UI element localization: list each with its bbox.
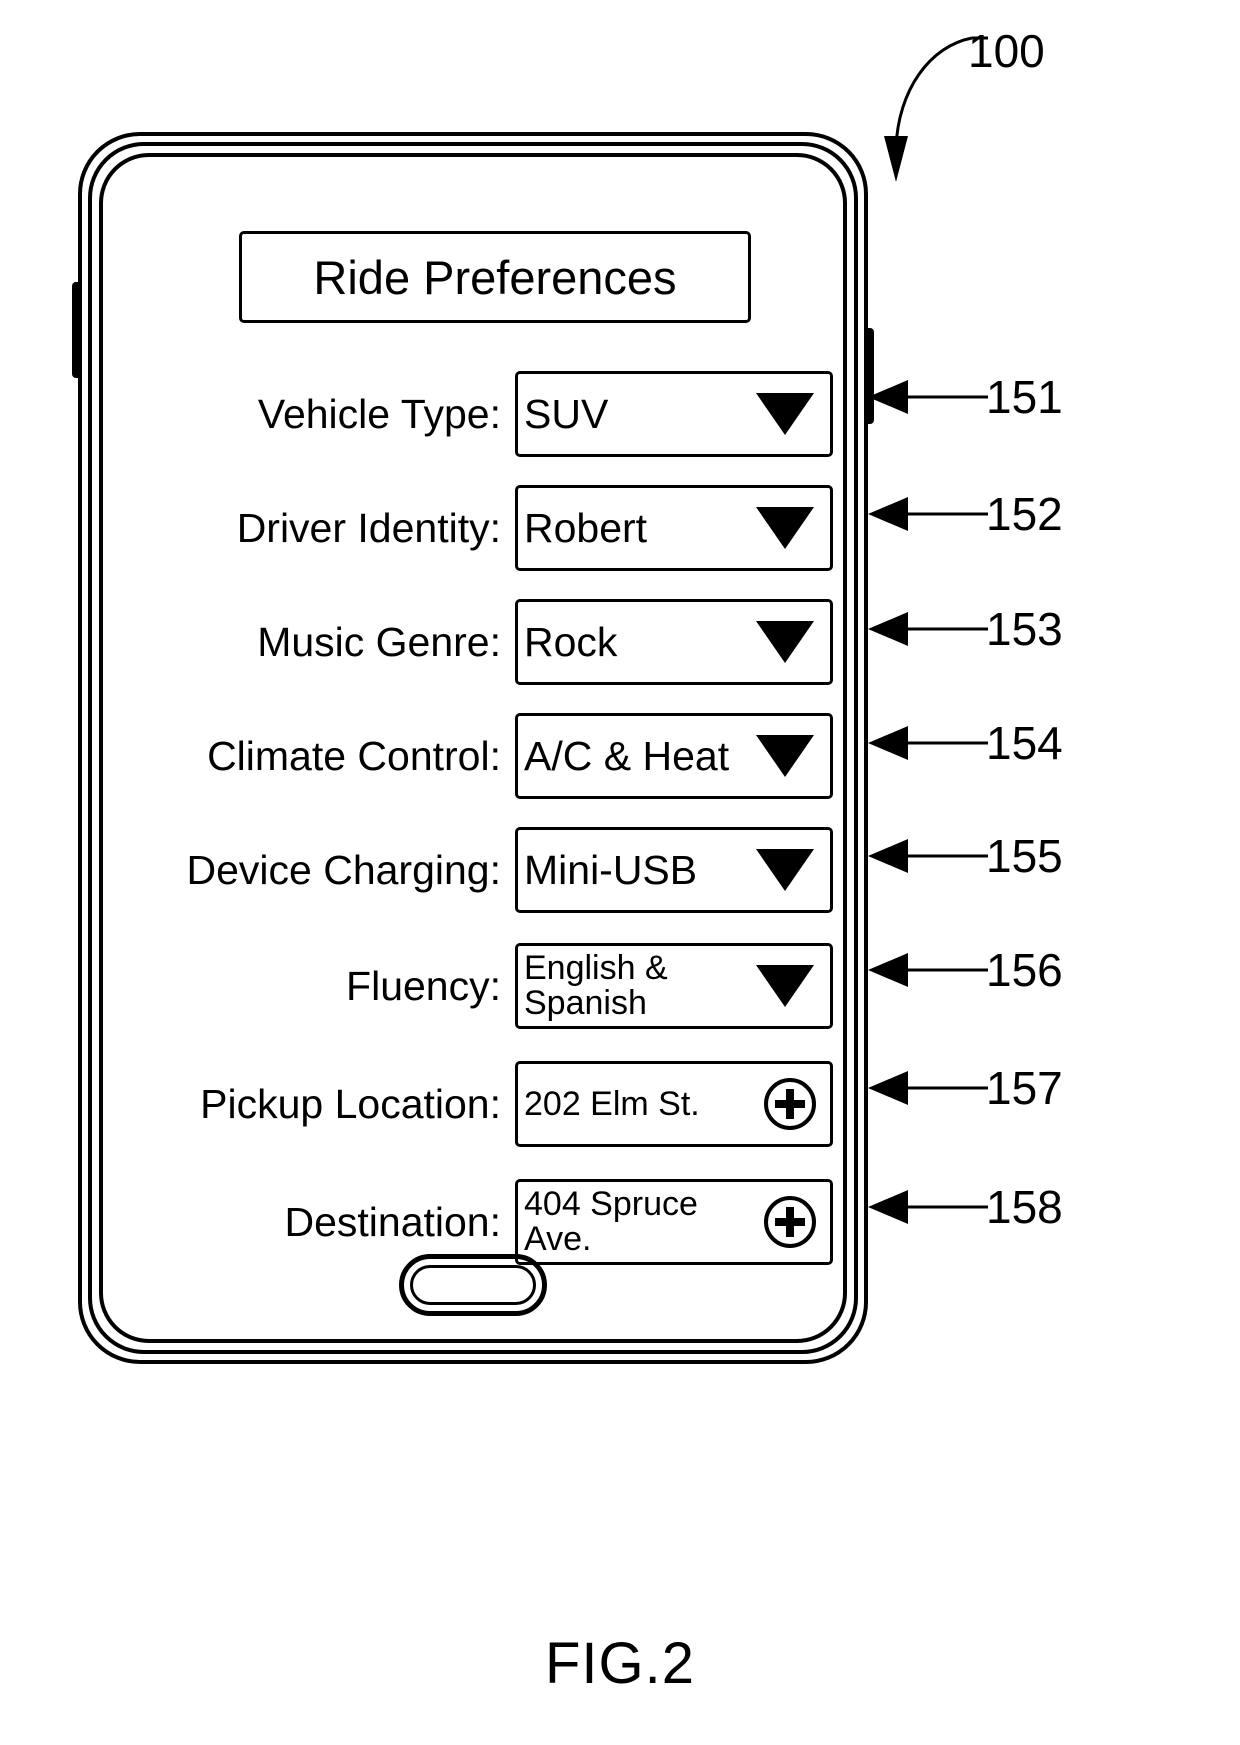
label-pickup-location: Pickup Location: bbox=[200, 1080, 501, 1127]
value-fluency: English & Spanish bbox=[524, 949, 668, 1022]
value-pickup-location: 202 Elm St. bbox=[524, 1085, 700, 1123]
value-vehicle-type: SUV bbox=[524, 390, 609, 437]
callout-number-155: 155 bbox=[986, 830, 1063, 882]
callout-154: 154 bbox=[868, 716, 1063, 770]
plus-circle-icon[interactable] bbox=[764, 1196, 816, 1248]
callout-arrow-icon bbox=[868, 726, 988, 760]
chevron-down-icon[interactable] bbox=[756, 849, 814, 891]
callout-156: 156 bbox=[868, 943, 1063, 997]
callout-arrow-icon bbox=[868, 1190, 988, 1224]
callout-number-152: 152 bbox=[986, 488, 1063, 540]
device-reference-number: 100 bbox=[968, 25, 1045, 77]
label-climate-control: Climate Control: bbox=[207, 732, 501, 779]
home-button[interactable] bbox=[399, 1254, 547, 1316]
callout-151: 151 bbox=[868, 370, 1063, 424]
callout-number-158: 158 bbox=[986, 1181, 1063, 1233]
callout-number-151: 151 bbox=[986, 371, 1063, 423]
chevron-down-icon[interactable] bbox=[756, 393, 814, 435]
callout-number-154: 154 bbox=[986, 717, 1063, 769]
form-row-pickup-location: Pickup Location: 202 Elm St. bbox=[111, 1045, 835, 1163]
ride-preferences-form: Vehicle Type: SUV Driver Identity: Rober… bbox=[111, 357, 835, 1281]
value-climate-control: A/C & Heat bbox=[524, 732, 730, 779]
callout-157: 157 bbox=[868, 1061, 1063, 1115]
figure-caption: FIG.2 bbox=[544, 1631, 696, 1696]
form-row-music-genre: Music Genre: Rock bbox=[111, 585, 835, 699]
value-device-charging: Mini-USB bbox=[524, 846, 698, 893]
chevron-down-icon[interactable] bbox=[756, 735, 814, 777]
callout-number-157: 157 bbox=[986, 1062, 1063, 1114]
dropdown-music-genre[interactable]: Rock bbox=[515, 599, 833, 685]
label-destination: Destination: bbox=[284, 1198, 501, 1245]
label-fluency: Fluency: bbox=[346, 962, 501, 1009]
screen-title-box: Ride Preferences bbox=[239, 231, 751, 323]
value-destination: 404 Spruce Ave. bbox=[524, 1185, 698, 1258]
home-button-inner-ring bbox=[410, 1265, 536, 1305]
callout-arrow-icon bbox=[868, 839, 988, 873]
chevron-down-icon[interactable] bbox=[756, 965, 814, 1007]
label-device-charging: Device Charging: bbox=[186, 846, 502, 893]
device-screen: Ride Preferences Vehicle Type: SUV Drive… bbox=[111, 165, 835, 1331]
callout-number-153: 153 bbox=[986, 603, 1063, 655]
callout-155: 155 bbox=[868, 829, 1063, 883]
plus-circle-icon[interactable] bbox=[764, 1078, 816, 1130]
chevron-down-icon[interactable] bbox=[756, 507, 814, 549]
volume-button[interactable] bbox=[72, 282, 82, 378]
form-row-fluency: Fluency: English & Spanish bbox=[111, 927, 835, 1045]
callout-number-156: 156 bbox=[986, 944, 1063, 996]
dropdown-vehicle-type[interactable]: SUV bbox=[515, 371, 833, 457]
input-destination[interactable]: 404 Spruce Ave. bbox=[515, 1179, 833, 1265]
callout-152: 152 bbox=[868, 487, 1063, 541]
form-row-vehicle-type: Vehicle Type: SUV bbox=[111, 357, 835, 471]
page-title: Ride Preferences bbox=[313, 250, 677, 304]
dropdown-climate-control[interactable]: A/C & Heat bbox=[515, 713, 833, 799]
form-row-climate-control: Climate Control: A/C & Heat bbox=[111, 699, 835, 813]
callout-arrow-icon bbox=[868, 497, 988, 531]
chevron-down-icon[interactable] bbox=[756, 621, 814, 663]
dropdown-device-charging[interactable]: Mini-USB bbox=[515, 827, 833, 913]
form-row-driver-identity: Driver Identity: Robert bbox=[111, 471, 835, 585]
callout-153: 153 bbox=[868, 602, 1063, 656]
dropdown-fluency[interactable]: English & Spanish bbox=[515, 943, 833, 1029]
form-row-device-charging: Device Charging: Mini-USB bbox=[111, 813, 835, 927]
label-music-genre: Music Genre: bbox=[257, 618, 501, 665]
input-pickup-location[interactable]: 202 Elm St. bbox=[515, 1061, 833, 1147]
mobile-device: Ride Preferences Vehicle Type: SUV Drive… bbox=[72, 132, 874, 1364]
value-music-genre: Rock bbox=[524, 618, 618, 665]
callout-158: 158 bbox=[868, 1180, 1063, 1234]
label-driver-identity: Driver Identity: bbox=[236, 504, 501, 551]
callout-arrow-icon bbox=[868, 612, 988, 646]
label-vehicle-type: Vehicle Type: bbox=[257, 390, 501, 437]
callout-arrow-icon bbox=[868, 953, 988, 987]
value-driver-identity: Robert bbox=[524, 504, 648, 551]
callout-arrow-icon bbox=[868, 380, 988, 414]
reference-callouts: 151 152 153 154 155 156 157 158 bbox=[868, 132, 1168, 1364]
callout-arrow-icon bbox=[868, 1071, 988, 1105]
dropdown-driver-identity[interactable]: Robert bbox=[515, 485, 833, 571]
